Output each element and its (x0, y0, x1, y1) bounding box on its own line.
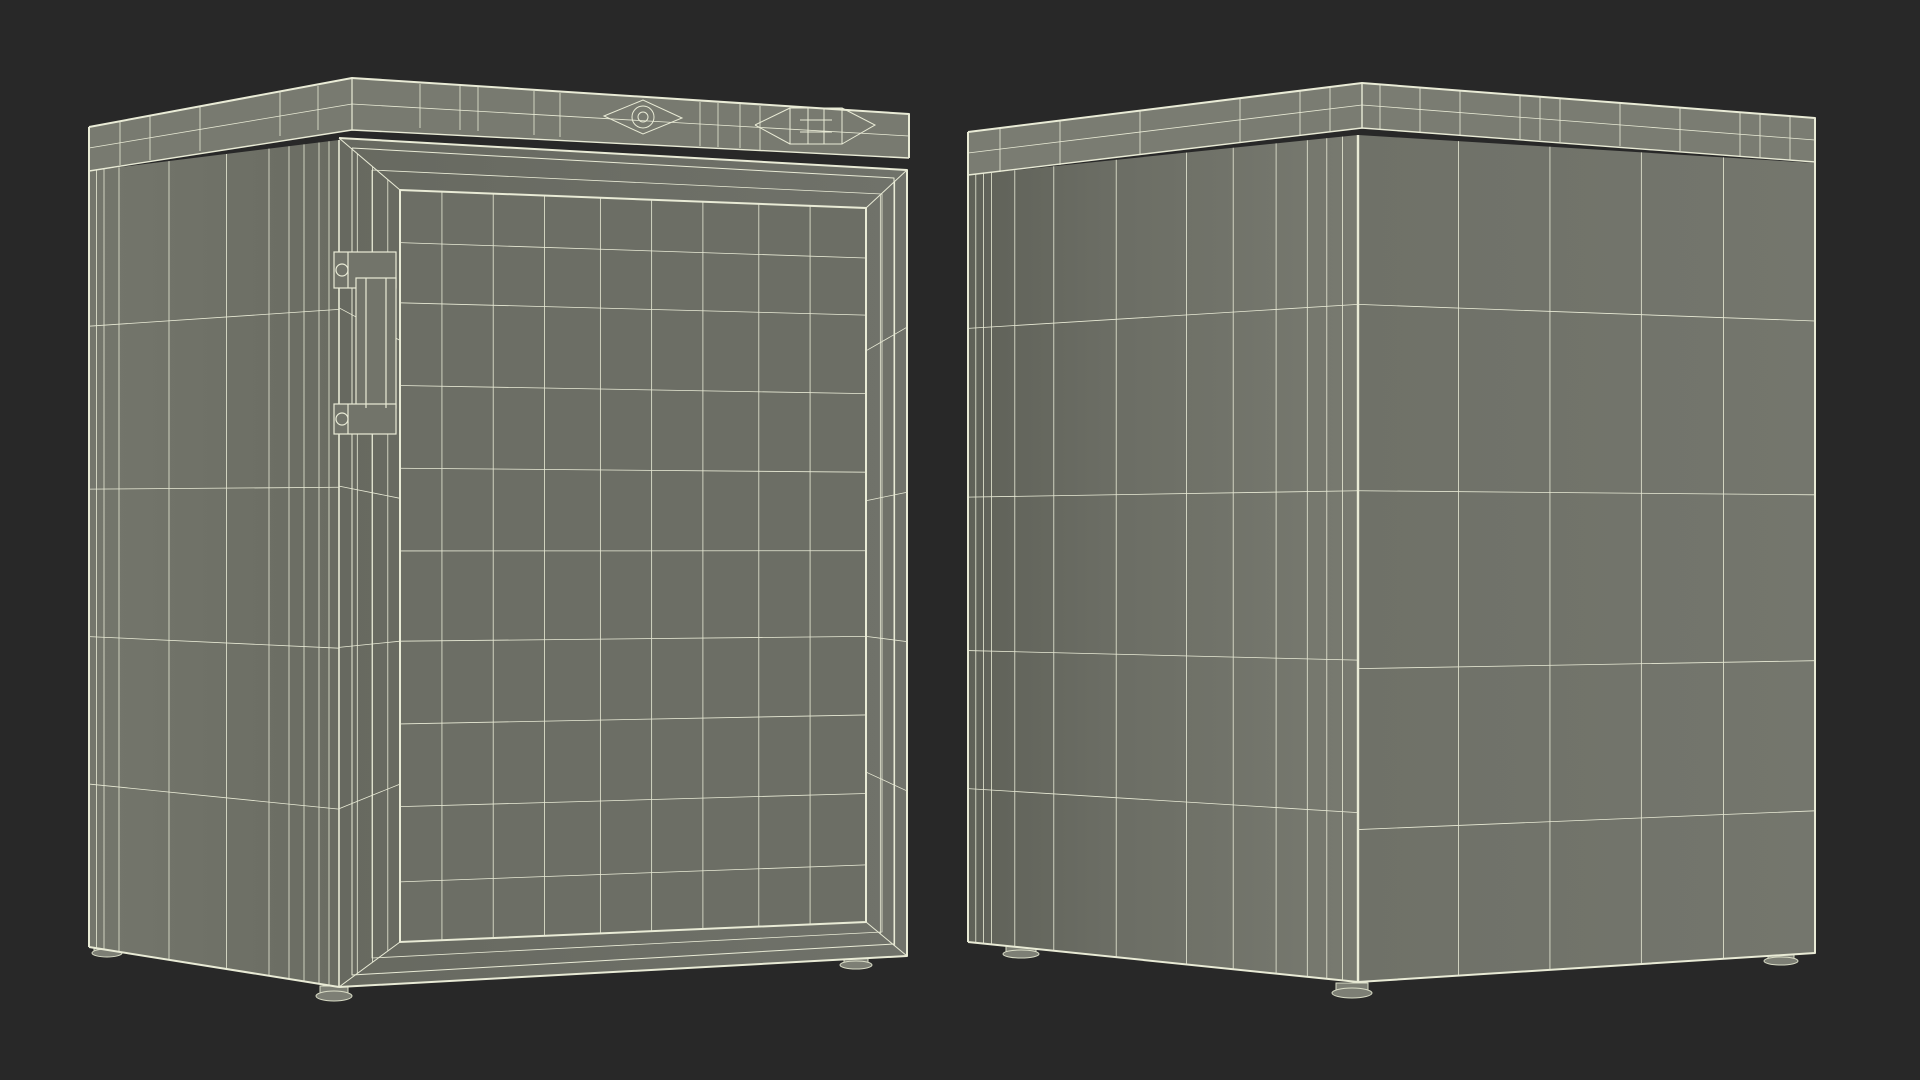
render-viewport (0, 0, 1920, 1080)
fridge-side-panel (89, 140, 339, 987)
door-inner-panel (399, 188, 867, 944)
wireframe-scene (88, 77, 1816, 1002)
fridge-back-panel (1358, 135, 1815, 982)
fridge-side-panel (968, 135, 1358, 982)
refrigerator-back-view (967, 82, 1816, 999)
refrigerator-front-view (88, 77, 910, 1002)
